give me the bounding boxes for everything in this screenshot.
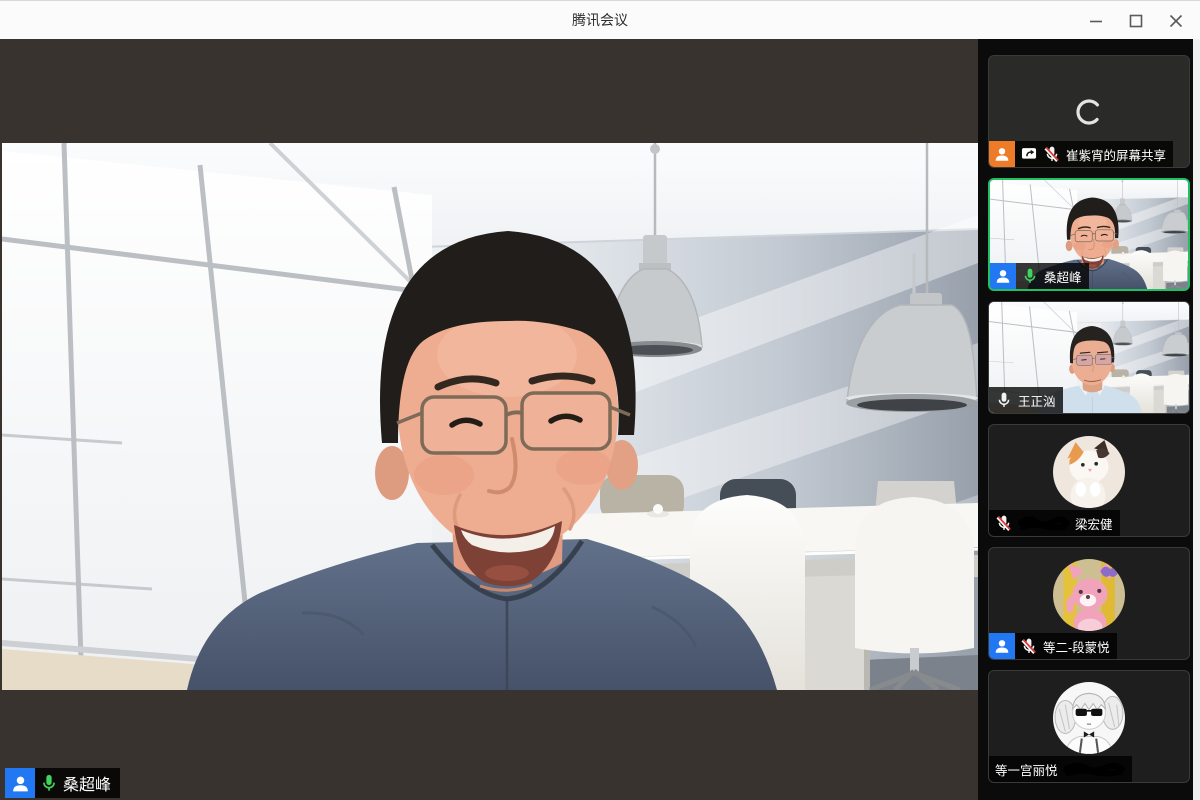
avatar-cat — [1053, 436, 1125, 508]
participant-name: 梁宏健 — [1075, 514, 1113, 533]
mic-on-icon — [39, 773, 59, 793]
main-video-stage[interactable]: 桑超峰 — [0, 39, 978, 800]
mic-muted-icon — [1043, 145, 1061, 163]
sidebar-scrollbar[interactable] — [1193, 39, 1200, 800]
active-speaker-label: 桑超峰 — [5, 768, 120, 798]
maximize-button[interactable] — [1120, 6, 1152, 36]
participant-tile-camera[interactable]: 王正汹 — [988, 301, 1190, 414]
active-speaker-video[interactable] — [2, 143, 978, 690]
member-badge-icon — [989, 633, 1015, 659]
avatar-sketch-girl — [1053, 682, 1125, 754]
minimize-button[interactable] — [1080, 6, 1112, 36]
active-speaker-label-body: 桑超峰 — [35, 768, 120, 798]
participant-label: 崔紫宵的屏幕共享 — [989, 141, 1173, 167]
member-badge-icon — [5, 768, 35, 798]
redaction-scribble — [1063, 761, 1125, 777]
member-badge-icon — [990, 263, 1016, 289]
maximize-icon — [1129, 14, 1143, 28]
avatar-pink-fox — [1053, 559, 1125, 631]
mic-muted-icon — [995, 514, 1013, 532]
participant-tile-avatar[interactable]: 等一宫丽悦 — [988, 670, 1190, 783]
screen-share-icon — [1020, 145, 1038, 163]
host-badge-icon — [989, 141, 1015, 167]
participant-label: 等一宫丽悦 — [989, 756, 1132, 782]
participant-label: 王正汹 — [989, 387, 1063, 413]
mic-muted-icon — [1020, 637, 1038, 655]
mic-on-icon — [1021, 267, 1039, 285]
window-controls — [1072, 4, 1192, 37]
participant-label: 梁宏健 — [989, 510, 1120, 536]
titlebar: 腾讯会议 — [0, 0, 1200, 39]
active-speaker-name: 桑超峰 — [63, 771, 111, 795]
redaction-scribble — [1018, 515, 1070, 531]
participant-label: 等二-段蒙悦 — [989, 633, 1117, 659]
participant-name: 崔紫宵的屏幕共享 — [1066, 145, 1166, 164]
participant-name: 等二-段蒙悦 — [1043, 637, 1110, 656]
participant-tile-screen-share[interactable]: 崔紫宵的屏幕共享 — [988, 55, 1190, 168]
mic-on-icon — [995, 391, 1013, 409]
close-icon — [1169, 14, 1183, 28]
participant-name: 等一宫丽悦 — [995, 760, 1058, 779]
close-button[interactable] — [1160, 6, 1192, 36]
participant-label: 桑超峰 — [990, 263, 1089, 289]
loading-spinner-icon — [1074, 97, 1104, 127]
window-title: 腾讯会议 — [0, 1, 1200, 39]
participant-name: 桑超峰 — [1044, 267, 1082, 286]
participants-sidebar: 崔紫宵的屏幕共享 桑超峰 王正汹 — [978, 39, 1200, 800]
participant-tile-avatar[interactable]: 等二-段蒙悦 — [988, 547, 1190, 660]
participant-tile-self[interactable]: 桑超峰 — [988, 178, 1190, 291]
minimize-icon — [1089, 14, 1103, 28]
participant-name: 王正汹 — [1018, 391, 1056, 410]
participant-tile-avatar[interactable]: 梁宏健 — [988, 424, 1190, 537]
tencent-meeting-window: 腾讯会议 桑超峰 — [0, 0, 1200, 800]
